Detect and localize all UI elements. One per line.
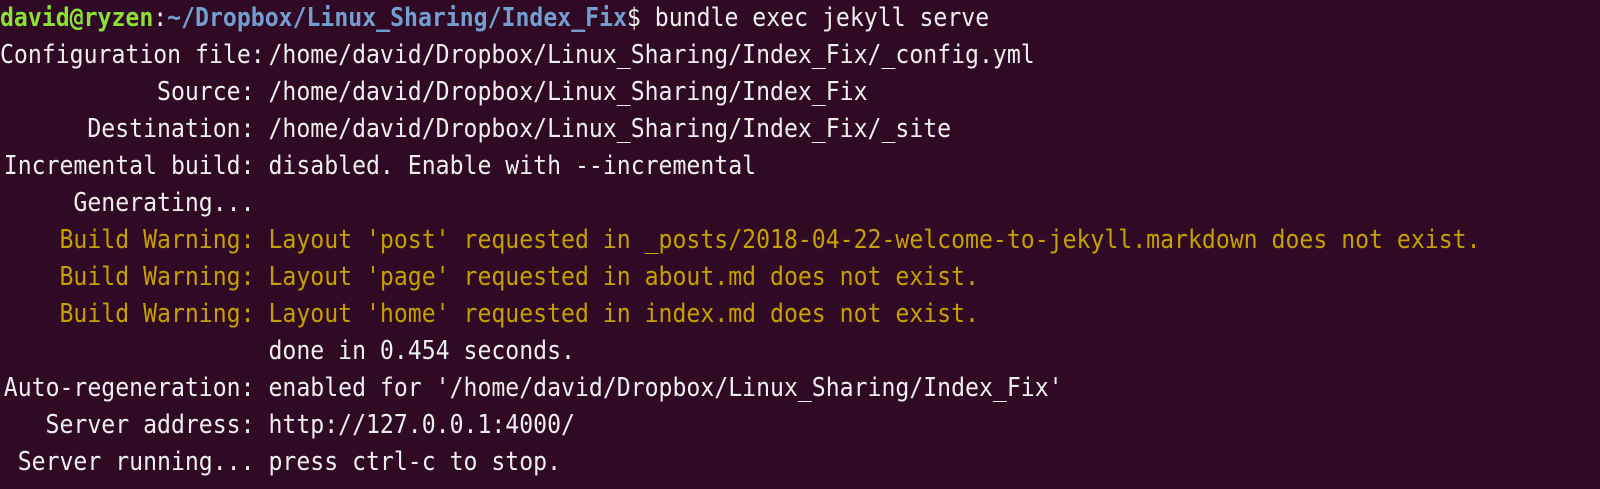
prompt-line: david@ryzen:~/Dropbox/Linux_Sharing/Inde… [0, 3, 990, 33]
warning-message: Layout 'post' requested in _posts/2018-0… [268, 225, 1481, 255]
output-line: Source: /home/david/Dropbox/Linux_Sharin… [0, 74, 1424, 111]
prompt-symbol: $ [626, 3, 641, 33]
prompt-path: ~/Dropbox/Linux_Sharing/Index_Fix [167, 3, 627, 33]
output-label: Source: [157, 77, 255, 107]
output-label: Configuration file: [0, 40, 265, 70]
warning-label: Build Warning: [59, 299, 255, 329]
output-value: enabled for '/home/david/Dropbox/Linux_S… [268, 373, 1063, 403]
output-value: disabled. Enable with --incremental [268, 151, 757, 181]
terminal-window[interactable]: david@ryzen:~/Dropbox/Linux_Sharing/Inde… [0, 0, 1600, 489]
output-label: Auto-regeneration: [3, 373, 255, 403]
warning-line: Build Warning: Layout 'post' requested i… [0, 222, 1480, 259]
output-line: Destination: /home/david/Dropbox/Linux_S… [0, 111, 1424, 148]
warning-message: Layout 'page' requested in about.md does… [268, 262, 979, 292]
warning-line: Build Warning: Layout 'home' requested i… [0, 296, 1424, 333]
output-label: Incremental build: [3, 151, 255, 181]
output-value: done in 0.454 seconds. [268, 336, 575, 366]
warning-line: Build Warning: Layout 'page' requested i… [0, 259, 1424, 296]
output-line: Auto-regeneration: enabled for '/home/da… [0, 370, 1424, 407]
output-line: Configuration file: /home/david/Dropbox/… [0, 37, 1424, 74]
warning-message: Layout 'home' requested in index.md does… [268, 299, 979, 329]
output-line: done in 0.454 seconds. [0, 333, 1424, 370]
output-label: Destination: [87, 114, 255, 144]
warning-label: Build Warning: [59, 262, 255, 292]
prompt-user-host: david@ryzen [0, 3, 154, 33]
output-value: /home/david/Dropbox/Linux_Sharing/Index_… [268, 40, 1035, 70]
output-label: Server running... [17, 447, 255, 477]
command-text: bundle exec jekyll serve [640, 3, 990, 33]
output-line: Server address: http://127.0.0.1:4000/ [0, 407, 1424, 444]
output-label: Server address: [45, 410, 255, 440]
output-line: Generating... [0, 185, 1424, 222]
output-value: /home/david/Dropbox/Linux_Sharing/Index_… [268, 114, 952, 144]
warning-label: Build Warning: [59, 225, 255, 255]
output-line: Server running... press ctrl-c to stop. [0, 444, 1424, 481]
output-line: Incremental build: disabled. Enable with… [0, 148, 1424, 185]
output-value: /home/david/Dropbox/Linux_Sharing/Index_… [268, 77, 868, 107]
server-address[interactable]: http://127.0.0.1:4000/ [268, 410, 574, 440]
output-label: Generating... [73, 188, 255, 218]
output-value: press ctrl-c to stop. [268, 447, 562, 477]
